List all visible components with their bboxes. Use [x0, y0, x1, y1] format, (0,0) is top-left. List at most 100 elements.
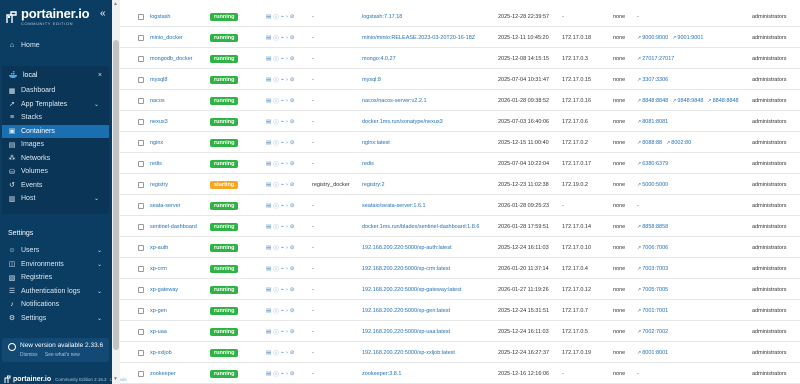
attach-icon[interactable]: ⊘	[290, 98, 295, 104]
image-link[interactable]: seataio/seata-server:1.6.1	[362, 203, 426, 209]
console-icon[interactable]: ›	[286, 329, 288, 335]
attach-icon[interactable]: ⊘	[290, 140, 295, 146]
published-port-link[interactable]: ↗ 8081:8081	[637, 119, 668, 125]
row-checkbox[interactable]	[138, 265, 144, 272]
stats-icon[interactable]: ⌁	[281, 203, 284, 209]
sidebar-item-networks[interactable]: ⁂ Networks	[2, 152, 109, 166]
image-link[interactable]: logstash:7.17.18	[362, 14, 402, 20]
logs-icon[interactable]: ▤	[266, 77, 271, 83]
container-name-link[interactable]: seata-server	[150, 203, 181, 209]
container-name-link[interactable]: nacos	[150, 98, 165, 104]
stats-icon[interactable]: ⌁	[281, 266, 284, 272]
logs-icon[interactable]: ▤	[266, 35, 271, 41]
sidebar-item-host[interactable]: ▥ Host ⌄	[2, 192, 109, 206]
image-link[interactable]: 192.168.200.220:5000/xp-xxljob:latest	[362, 350, 455, 356]
row-checkbox[interactable]	[138, 118, 144, 125]
console-icon[interactable]: ›	[286, 14, 288, 20]
published-port-link[interactable]: ↗ 8001:8001	[637, 350, 668, 356]
row-checkbox[interactable]	[138, 139, 144, 146]
stats-icon[interactable]: ⌁	[281, 371, 284, 377]
console-icon[interactable]: ›	[286, 287, 288, 293]
attach-icon[interactable]: ⊘	[290, 350, 295, 356]
scroll-up-icon[interactable]: ▲	[113, 1, 118, 7]
inspect-icon[interactable]: ⓘ	[273, 118, 279, 126]
image-link[interactable]: 192.168.200.220:5000/xp-auth:latest	[362, 245, 452, 251]
image-link[interactable]: zookeeper:3.8.1	[362, 371, 401, 377]
attach-icon[interactable]: ⊘	[290, 287, 295, 293]
container-name-link[interactable]: redis	[150, 161, 162, 167]
stats-icon[interactable]: ⌁	[281, 350, 284, 356]
stats-icon[interactable]: ⌁	[281, 77, 284, 83]
published-port-link[interactable]: ↗ 3307:3306	[637, 77, 668, 83]
published-port-link[interactable]: ↗ 7006:7006	[637, 245, 668, 251]
console-icon[interactable]: ›	[286, 203, 288, 209]
row-checkbox[interactable]	[138, 181, 144, 188]
logs-icon[interactable]: ▤	[266, 140, 271, 146]
image-link[interactable]: nginx:latest	[362, 140, 390, 146]
logs-icon[interactable]: ▤	[266, 119, 271, 125]
published-port-link[interactable]: ↗ 8002:80	[666, 140, 691, 146]
inspect-icon[interactable]: ⓘ	[273, 202, 279, 210]
logs-icon[interactable]: ▤	[266, 266, 271, 272]
inspect-icon[interactable]: ⓘ	[273, 265, 279, 273]
attach-icon[interactable]: ⊘	[290, 203, 295, 209]
console-icon[interactable]: ›	[286, 35, 288, 41]
logs-icon[interactable]: ▤	[266, 371, 271, 377]
published-port-link[interactable]: ↗ 6380:6379	[637, 161, 668, 167]
attach-icon[interactable]: ⊘	[290, 371, 295, 377]
sidebar-item-images[interactable]: ▤ Images	[2, 138, 109, 152]
console-icon[interactable]: ›	[286, 182, 288, 188]
published-port-link[interactable]: ↗ 7003:7003	[637, 266, 668, 272]
stats-icon[interactable]: ⌁	[281, 14, 284, 20]
container-name-link[interactable]: xp-xxljob	[150, 350, 172, 356]
published-port-link[interactable]: ↗ 27017:27017	[637, 56, 674, 62]
sidebar-item-settings[interactable]: ⚙ Settings ⌄	[0, 312, 112, 326]
published-port-link[interactable]: ↗ 7001:7001	[637, 308, 668, 314]
console-icon[interactable]: ›	[286, 77, 288, 83]
row-checkbox[interactable]	[138, 244, 144, 251]
sidebar-item-volumes[interactable]: ⛁ Volumes	[2, 165, 109, 179]
row-checkbox[interactable]	[138, 13, 144, 20]
inspect-icon[interactable]: ⓘ	[273, 34, 279, 42]
inspect-icon[interactable]: ⓘ	[273, 244, 279, 252]
inspect-icon[interactable]: ⓘ	[273, 160, 279, 168]
scroll-down-icon[interactable]: ▼	[113, 376, 118, 382]
image-link[interactable]: mongo:4.0.27	[362, 56, 396, 62]
console-icon[interactable]: ›	[286, 224, 288, 230]
logs-icon[interactable]: ▤	[266, 14, 271, 20]
container-name-link[interactable]: minio_docker	[150, 35, 183, 41]
inspect-icon[interactable]: ⓘ	[273, 307, 279, 315]
container-name-link[interactable]: nexus3	[150, 119, 168, 125]
inspect-icon[interactable]: ⓘ	[273, 97, 279, 105]
logs-icon[interactable]: ▤	[266, 287, 271, 293]
image-link[interactable]: 192.168.200.220:5000/xp-gen:latest	[362, 308, 450, 314]
attach-icon[interactable]: ⊘	[290, 161, 295, 167]
published-port-link[interactable]: ↗ 8848:8848	[707, 98, 738, 104]
container-name-link[interactable]: xp-gateway	[150, 287, 178, 293]
sidebar-item-home[interactable]: ⌂ Home	[0, 38, 112, 52]
inspect-icon[interactable]: ⓘ	[273, 349, 279, 357]
row-checkbox[interactable]	[138, 307, 144, 314]
sidebar-item-dashboard[interactable]: ▦ Dashboard	[2, 84, 109, 98]
row-checkbox[interactable]	[138, 34, 144, 41]
published-port-link[interactable]: ↗ 8088:88	[637, 140, 662, 146]
logs-icon[interactable]: ▤	[266, 329, 271, 335]
image-link[interactable]: registry:2	[362, 182, 385, 188]
sidebar-item-notifications[interactable]: ♪ Notifications	[0, 298, 112, 312]
container-name-link[interactable]: mysql8	[150, 77, 167, 83]
stats-icon[interactable]: ⌁	[281, 224, 284, 230]
image-link[interactable]: 192.168.200.220:5000/xp-crm:latest	[362, 266, 450, 272]
logs-icon[interactable]: ▤	[266, 161, 271, 167]
stats-icon[interactable]: ⌁	[281, 119, 284, 125]
console-icon[interactable]: ›	[286, 161, 288, 167]
inspect-icon[interactable]: ⓘ	[273, 223, 279, 231]
logs-icon[interactable]: ▤	[266, 224, 271, 230]
container-name-link[interactable]: registry	[150, 182, 168, 188]
published-port-link[interactable]: ↗ 8848:8848	[637, 98, 668, 104]
stats-icon[interactable]: ⌁	[281, 35, 284, 41]
dismiss-link[interactable]: Dismiss	[20, 352, 38, 358]
console-icon[interactable]: ›	[286, 308, 288, 314]
image-link[interactable]: mysql:8	[362, 77, 381, 83]
sidebar-item-registries[interactable]: ▧ Registries	[0, 271, 112, 285]
container-name-link[interactable]: sentinel-dashboard	[150, 224, 197, 230]
